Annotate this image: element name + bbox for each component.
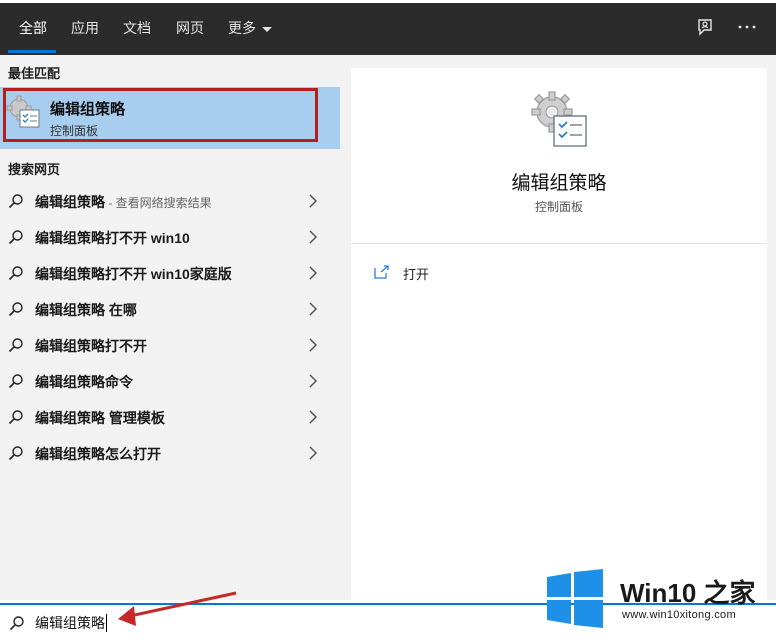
watermark-title: Win10 之家 <box>620 578 756 608</box>
chevron-right-icon <box>309 230 318 244</box>
search-input[interactable]: 编辑组策略 <box>35 613 107 633</box>
open-label: 打开 <box>403 267 430 282</box>
chevron-right-icon <box>309 410 318 424</box>
web-result-item[interactable]: 编辑组策略打不开 win10 <box>0 219 340 255</box>
web-result-item[interactable]: 编辑组策略 在哪 <box>0 291 340 327</box>
tab-documents[interactable]: 文档 <box>123 18 151 38</box>
chevron-down-icon <box>262 26 272 32</box>
chevron-right-icon <box>309 338 318 352</box>
web-result-text: 编辑组策略怎么打开 <box>35 446 161 462</box>
web-result-item[interactable]: 编辑组策略打不开 win10家庭版 <box>0 255 340 291</box>
search-icon <box>8 338 23 353</box>
search-icon <box>8 410 23 425</box>
search-icon <box>8 266 23 281</box>
chevron-right-icon <box>309 374 318 388</box>
tab-apps[interactable]: 应用 <box>71 18 99 38</box>
frame-edge <box>0 0 776 3</box>
detail-title: 编辑组策略 <box>511 173 607 194</box>
search-input-value: 编辑组策略 <box>35 615 105 631</box>
text-cursor <box>106 614 107 632</box>
windows-logo <box>547 569 603 628</box>
chevron-right-icon <box>309 302 318 316</box>
web-result-text: 编辑组策略打不开 win10 <box>35 230 190 246</box>
web-result-text: 编辑组策略打不开 <box>35 338 147 354</box>
search-icon <box>8 230 23 245</box>
search-scope-bar: 全部 应用 文档 网页 更多 <box>0 0 776 55</box>
more-options-icon[interactable] <box>736 16 758 38</box>
web-result-item[interactable]: 编辑组策略打不开 <box>0 327 340 363</box>
divider <box>351 243 767 244</box>
web-result-item[interactable]: 编辑组策略 管理模板 <box>0 399 340 435</box>
active-tab-indicator <box>8 50 56 53</box>
open-action[interactable]: 打开 <box>371 262 491 284</box>
web-search-heading: 搜索网页 <box>8 162 61 177</box>
search-icon <box>8 194 23 209</box>
web-result-query: 编辑组策略 <box>35 194 105 210</box>
web-result-item[interactable]: 编辑组策略 - 查看网络搜索结果 <box>0 183 340 219</box>
web-result-text: 编辑组策略 管理模板 <box>35 410 165 426</box>
watermark: Win10 之家 www.win10xitong.com <box>543 567 776 632</box>
web-result-item[interactable]: 编辑组策略怎么打开 <box>0 435 340 471</box>
web-result-item[interactable]: 编辑组策略命令 <box>0 363 340 399</box>
chevron-right-icon <box>309 446 318 460</box>
web-result-text: 编辑组策略 在哪 <box>35 302 137 318</box>
open-icon <box>374 265 389 279</box>
best-match-heading: 最佳匹配 <box>8 66 61 81</box>
annotation-highlight-box <box>3 88 318 142</box>
web-result-text: 编辑组策略命令 <box>35 374 133 390</box>
detail-subtitle: 控制面板 <box>534 200 583 214</box>
group-policy-large-icon <box>531 91 587 147</box>
chevron-right-icon <box>309 194 318 208</box>
tab-more[interactable]: 更多 <box>228 18 272 38</box>
web-result-text: 编辑组策略打不开 win10家庭版 <box>35 266 232 282</box>
chevron-right-icon <box>309 266 318 280</box>
tab-more-label: 更多 <box>228 20 256 36</box>
search-icon <box>9 616 24 631</box>
search-icon <box>8 446 23 461</box>
tab-web[interactable]: 网页 <box>176 18 204 38</box>
watermark-url: www.win10xitong.com <box>622 609 736 621</box>
search-icon <box>8 374 23 389</box>
feedback-icon[interactable] <box>694 16 716 38</box>
tab-all[interactable]: 全部 <box>19 18 47 38</box>
web-result-text: 编辑组策略 - 查看网络搜索结果 <box>35 192 212 212</box>
web-result-hint: - 查看网络搜索结果 <box>105 196 212 210</box>
search-icon <box>8 302 23 317</box>
